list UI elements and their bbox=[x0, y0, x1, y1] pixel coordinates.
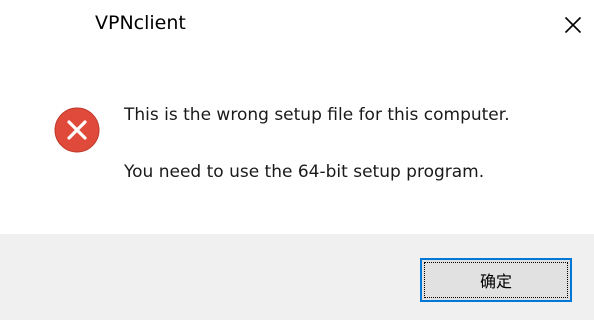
ok-button[interactable]: 确定 bbox=[420, 258, 572, 302]
dialog-content: This is the wrong setup file for this co… bbox=[0, 50, 594, 234]
window-title: VPNclient bbox=[95, 12, 186, 34]
error-icon bbox=[54, 107, 100, 153]
error-message-line-2: You need to use the 64-bit setup program… bbox=[124, 162, 485, 182]
error-message-line-1: This is the wrong setup file for this co… bbox=[124, 105, 510, 125]
close-button[interactable] bbox=[556, 8, 590, 42]
ok-button-label: 确定 bbox=[479, 272, 512, 291]
title-bar: VPNclient bbox=[0, 0, 594, 50]
message-dialog: VPNclient This is the wrong setup file f… bbox=[0, 0, 594, 320]
close-icon bbox=[564, 16, 582, 34]
button-bar: 确定 bbox=[0, 234, 594, 320]
